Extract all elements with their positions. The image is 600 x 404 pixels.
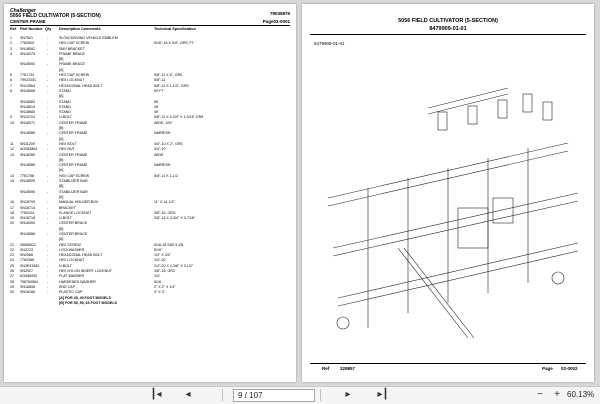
footer-page-label: Page <box>542 366 553 371</box>
header-divider <box>10 25 290 26</box>
drawing-title: 5056 FIELD CULTIVATOR (5-SECTION) <box>398 18 498 24</box>
column-header-part: Part Number <box>20 27 43 31</box>
zoom-level[interactable]: 60.13% <box>567 389 594 401</box>
footer-ref-label: Ref <box>322 366 330 371</box>
note-text: [B] FOR 55, 59, 63 FOOT MODELS <box>59 300 117 305</box>
title-divider <box>310 34 586 35</box>
toolbar-separator <box>222 389 223 401</box>
table-note: [B] FOR 55, 59, 63 FOOT MODELS <box>4 301 296 306</box>
toolbar-separator <box>320 389 321 401</box>
left-page: Challenger 5056 FIELD CULTIVATOR (5-SECT… <box>4 4 296 382</box>
previous-page-icon[interactable]: ◂ <box>180 389 196 401</box>
right-page: 5056 FIELD CULTIVATOR (5-SECTION) 847990… <box>302 4 594 382</box>
page-ref: Page03-0001 <box>262 19 290 24</box>
column-header-spec: Technical Specification <box>154 27 196 31</box>
drawing-number: 8479909-01-01 <box>429 26 467 32</box>
column-header-desc: Description Comments <box>59 27 101 31</box>
exploded-parts-diagram <box>327 87 579 339</box>
doc-number: 79035876 <box>269 11 290 16</box>
viewer-toolbar: ┃◂ ◂ 9 / 107 ▸ ▸┃ − + 60.13% <box>0 386 600 404</box>
footer-divider <box>310 363 586 364</box>
footer-page: 02-0002 <box>561 366 578 371</box>
last-page-icon[interactable]: ▸┃ <box>375 389 391 401</box>
column-header-qty: Qty <box>45 27 52 31</box>
parts-table: 1 SN7601- SLOW MOVING VEHICLE EMBLEM 2 77828… <box>4 36 296 306</box>
next-page-icon[interactable]: ▸ <box>340 389 356 401</box>
footer-ref: 329857 <box>340 366 356 371</box>
column-header-ref: Ref <box>10 27 17 31</box>
zoom-out-icon[interactable]: − <box>532 389 548 401</box>
zoom-in-icon[interactable]: + <box>549 389 565 401</box>
section-name: CENTER FRAME <box>10 19 46 24</box>
drawing-id: 8479909-01-01 <box>314 41 345 46</box>
first-page-icon[interactable]: ┃◂ <box>148 389 164 401</box>
page-number-input[interactable]: 9 / 107 <box>233 389 315 402</box>
